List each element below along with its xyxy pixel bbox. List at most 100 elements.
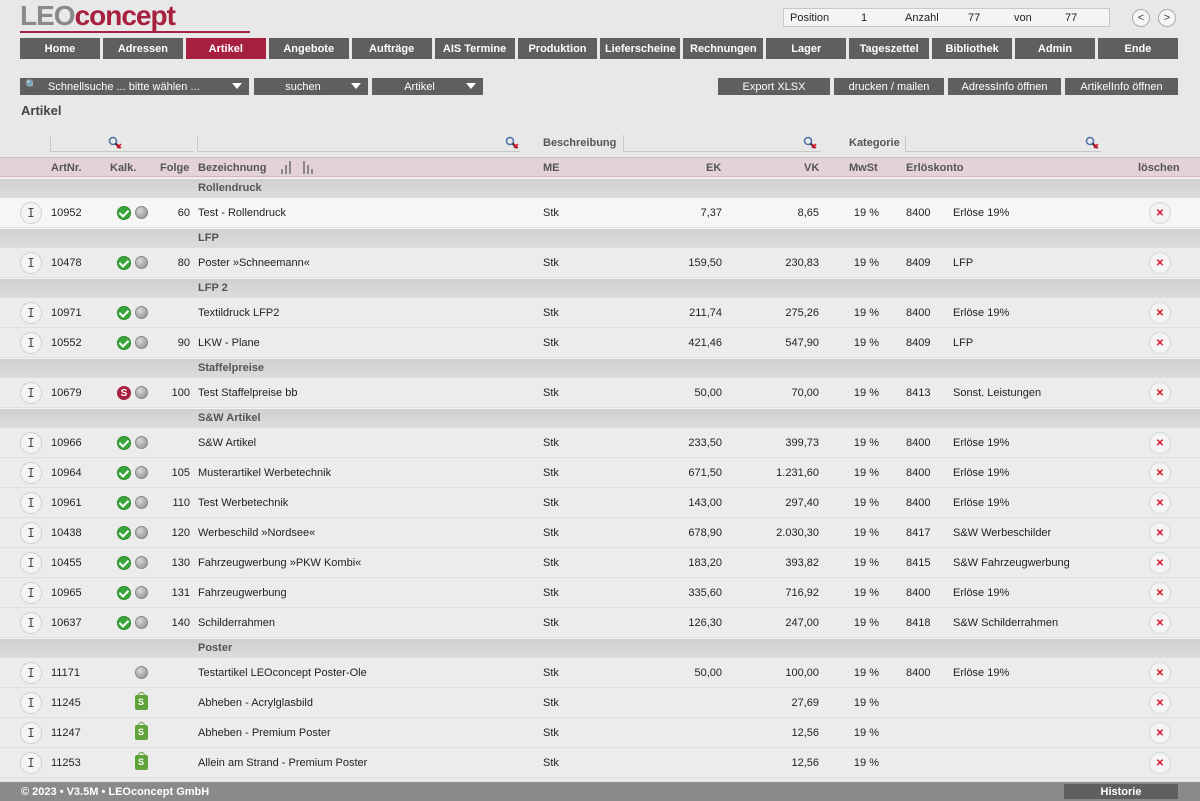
table-row[interactable]: I 10961 110 Test Werbetechnik Stk 143,00 297,4… — [0, 488, 1200, 518]
info-cursor-icon[interactable]: I — [20, 752, 42, 774]
info-cursor-icon[interactable]: I — [20, 522, 42, 544]
col-kalk[interactable]: Kalk. — [110, 162, 136, 174]
info-cursor-icon[interactable]: I — [20, 202, 42, 224]
info-cursor-icon[interactable]: I — [20, 432, 42, 454]
delete-icon[interactable] — [1149, 752, 1171, 774]
table-row[interactable]: I 10455 130 Fahrzeugwerbung »PKW Kombi« Stk 1… — [0, 548, 1200, 578]
nav-tab-artikel[interactable]: Artikel — [185, 38, 266, 59]
nav-tab-bibliothek[interactable]: Bibliothek — [932, 38, 1013, 59]
prev-record-button[interactable]: < — [1132, 9, 1150, 27]
filter-bezeichnung-input[interactable] — [197, 151, 520, 152]
table-row[interactable]: I 11247 Abheben - Premium Poster Stk 12,56 19… — [0, 718, 1200, 748]
nav-tab-aufträge[interactable]: Aufträge — [351, 38, 432, 59]
nav-tab-tageszettel[interactable]: Tageszettel — [849, 38, 930, 59]
check-ok-icon[interactable] — [117, 436, 131, 450]
table-row[interactable]: I 10438 120 Werbeschild »Nordsee« Stk 678,90 2… — [0, 518, 1200, 548]
nav-tab-lieferscheine[interactable]: Lieferscheine — [600, 38, 681, 59]
info-cursor-icon[interactable]: I — [20, 382, 42, 404]
filter-artnr-input[interactable] — [50, 151, 193, 152]
info-cursor-icon[interactable]: I — [20, 492, 42, 514]
table-row[interactable]: I 10679 S 100 Test Staffelpreise bb Stk 50,00 7… — [0, 378, 1200, 408]
nav-tab-adressen[interactable]: Adressen — [102, 38, 183, 59]
status-dot-icon[interactable] — [135, 386, 148, 399]
shop-bag-icon[interactable] — [135, 692, 148, 710]
search-clear-icon[interactable] — [803, 136, 817, 150]
nav-tab-home[interactable]: Home — [20, 38, 100, 59]
check-ok-icon[interactable] — [117, 336, 131, 350]
nav-tab-rechnungen[interactable]: Rechnungen — [683, 38, 764, 59]
staffel-icon[interactable]: S — [117, 386, 131, 400]
search-clear-icon[interactable] — [505, 136, 519, 150]
status-dot-icon[interactable] — [135, 526, 148, 539]
col-bezeichnung[interactable]: Bezeichnung — [198, 162, 266, 174]
check-ok-icon[interactable] — [117, 306, 131, 320]
check-ok-icon[interactable] — [117, 206, 131, 220]
table-row[interactable]: I 10964 105 Musterartikel Werbetechnik Stk 67… — [0, 458, 1200, 488]
info-cursor-icon[interactable]: I — [20, 692, 42, 714]
status-dot-icon[interactable] — [135, 206, 148, 219]
table-row[interactable]: I 10952 60 Test - Rollendruck Stk 7,37 8,65 19 … — [0, 198, 1200, 228]
info-cursor-icon[interactable]: I — [20, 612, 42, 634]
status-dot-icon[interactable] — [135, 496, 148, 509]
delete-icon[interactable] — [1149, 552, 1171, 574]
filter-description-input[interactable] — [623, 151, 821, 152]
shop-bag-icon[interactable] — [135, 722, 148, 740]
table-row[interactable]: I 11253 Allein am Strand - Premium Poster S… — [0, 748, 1200, 778]
nav-tab-ende[interactable]: Ende — [1097, 38, 1178, 59]
delete-icon[interactable] — [1149, 432, 1171, 454]
nav-tab-lager[interactable]: Lager — [766, 38, 847, 59]
nav-tab-angebote[interactable]: Angebote — [268, 38, 349, 59]
delete-icon[interactable] — [1149, 692, 1171, 714]
status-dot-icon[interactable] — [135, 556, 148, 569]
info-cursor-icon[interactable]: I — [20, 722, 42, 744]
status-dot-icon[interactable] — [135, 256, 148, 269]
delete-icon[interactable] — [1149, 462, 1171, 484]
delete-icon[interactable] — [1149, 612, 1171, 634]
col-folge[interactable]: Folge — [160, 162, 189, 174]
delete-icon[interactable] — [1149, 302, 1171, 324]
delete-icon[interactable] — [1149, 582, 1171, 604]
delete-icon[interactable] — [1149, 722, 1171, 744]
check-ok-icon[interactable] — [117, 526, 131, 540]
delete-icon[interactable] — [1149, 332, 1171, 354]
scope-dropdown[interactable]: Artikel — [372, 78, 483, 95]
col-me[interactable]: ME — [543, 162, 560, 174]
info-cursor-icon[interactable]: I — [20, 252, 42, 274]
check-ok-icon[interactable] — [117, 586, 131, 600]
check-ok-icon[interactable] — [117, 616, 131, 630]
sort-bars-desc-icon[interactable] — [303, 161, 313, 174]
export-xlsx-button[interactable]: Export XLSX — [718, 78, 830, 95]
delete-icon[interactable] — [1149, 522, 1171, 544]
status-dot-icon[interactable] — [135, 666, 148, 679]
table-row[interactable]: I 11171 Testartikel LEOconcept Poster-Ole S… — [0, 658, 1200, 688]
status-dot-icon[interactable] — [135, 586, 148, 599]
table-row[interactable]: I 10965 131 Fahrzeugwerbung Stk 335,60 716,92 1… — [0, 578, 1200, 608]
delete-icon[interactable] — [1149, 382, 1171, 404]
history-button[interactable]: Historie — [1064, 784, 1178, 799]
search-clear-icon[interactable] — [1085, 136, 1099, 150]
col-mwst[interactable]: MwSt — [849, 162, 878, 174]
info-cursor-icon[interactable]: I — [20, 302, 42, 324]
col-artnr[interactable]: ArtNr. — [51, 162, 82, 174]
shop-bag-icon[interactable] — [135, 752, 148, 770]
col-erloeskonto[interactable]: Erlöskonto — [906, 162, 963, 174]
article-info-button[interactable]: ArtikelInfo öffnen — [1065, 78, 1178, 95]
check-ok-icon[interactable] — [117, 466, 131, 480]
quicksearch-dropdown[interactable]: 🔍 Schnellsuche ... bitte wählen ... — [20, 78, 249, 95]
check-ok-icon[interactable] — [117, 496, 131, 510]
delete-icon[interactable] — [1149, 202, 1171, 224]
check-ok-icon[interactable] — [117, 556, 131, 570]
status-dot-icon[interactable] — [135, 436, 148, 449]
delete-icon[interactable] — [1149, 662, 1171, 684]
table-row[interactable]: I 10552 90 LKW - Plane Stk 421,46 547,90 19 % 84… — [0, 328, 1200, 358]
delete-icon[interactable] — [1149, 492, 1171, 514]
print-mail-button[interactable]: drucken / mailen — [834, 78, 944, 95]
table-row[interactable]: I 10966 S&W Artikel Stk 233,50 399,73 19 % 8400… — [0, 428, 1200, 458]
col-ek[interactable]: EK — [706, 162, 721, 174]
status-dot-icon[interactable] — [135, 466, 148, 479]
search-dropdown[interactable]: suchen — [254, 78, 368, 95]
status-dot-icon[interactable] — [135, 306, 148, 319]
check-ok-icon[interactable] — [117, 256, 131, 270]
table-row[interactable]: I 10637 140 Schilderrahmen Stk 126,30 247,00 19… — [0, 608, 1200, 638]
filter-category-input[interactable] — [905, 151, 1101, 152]
